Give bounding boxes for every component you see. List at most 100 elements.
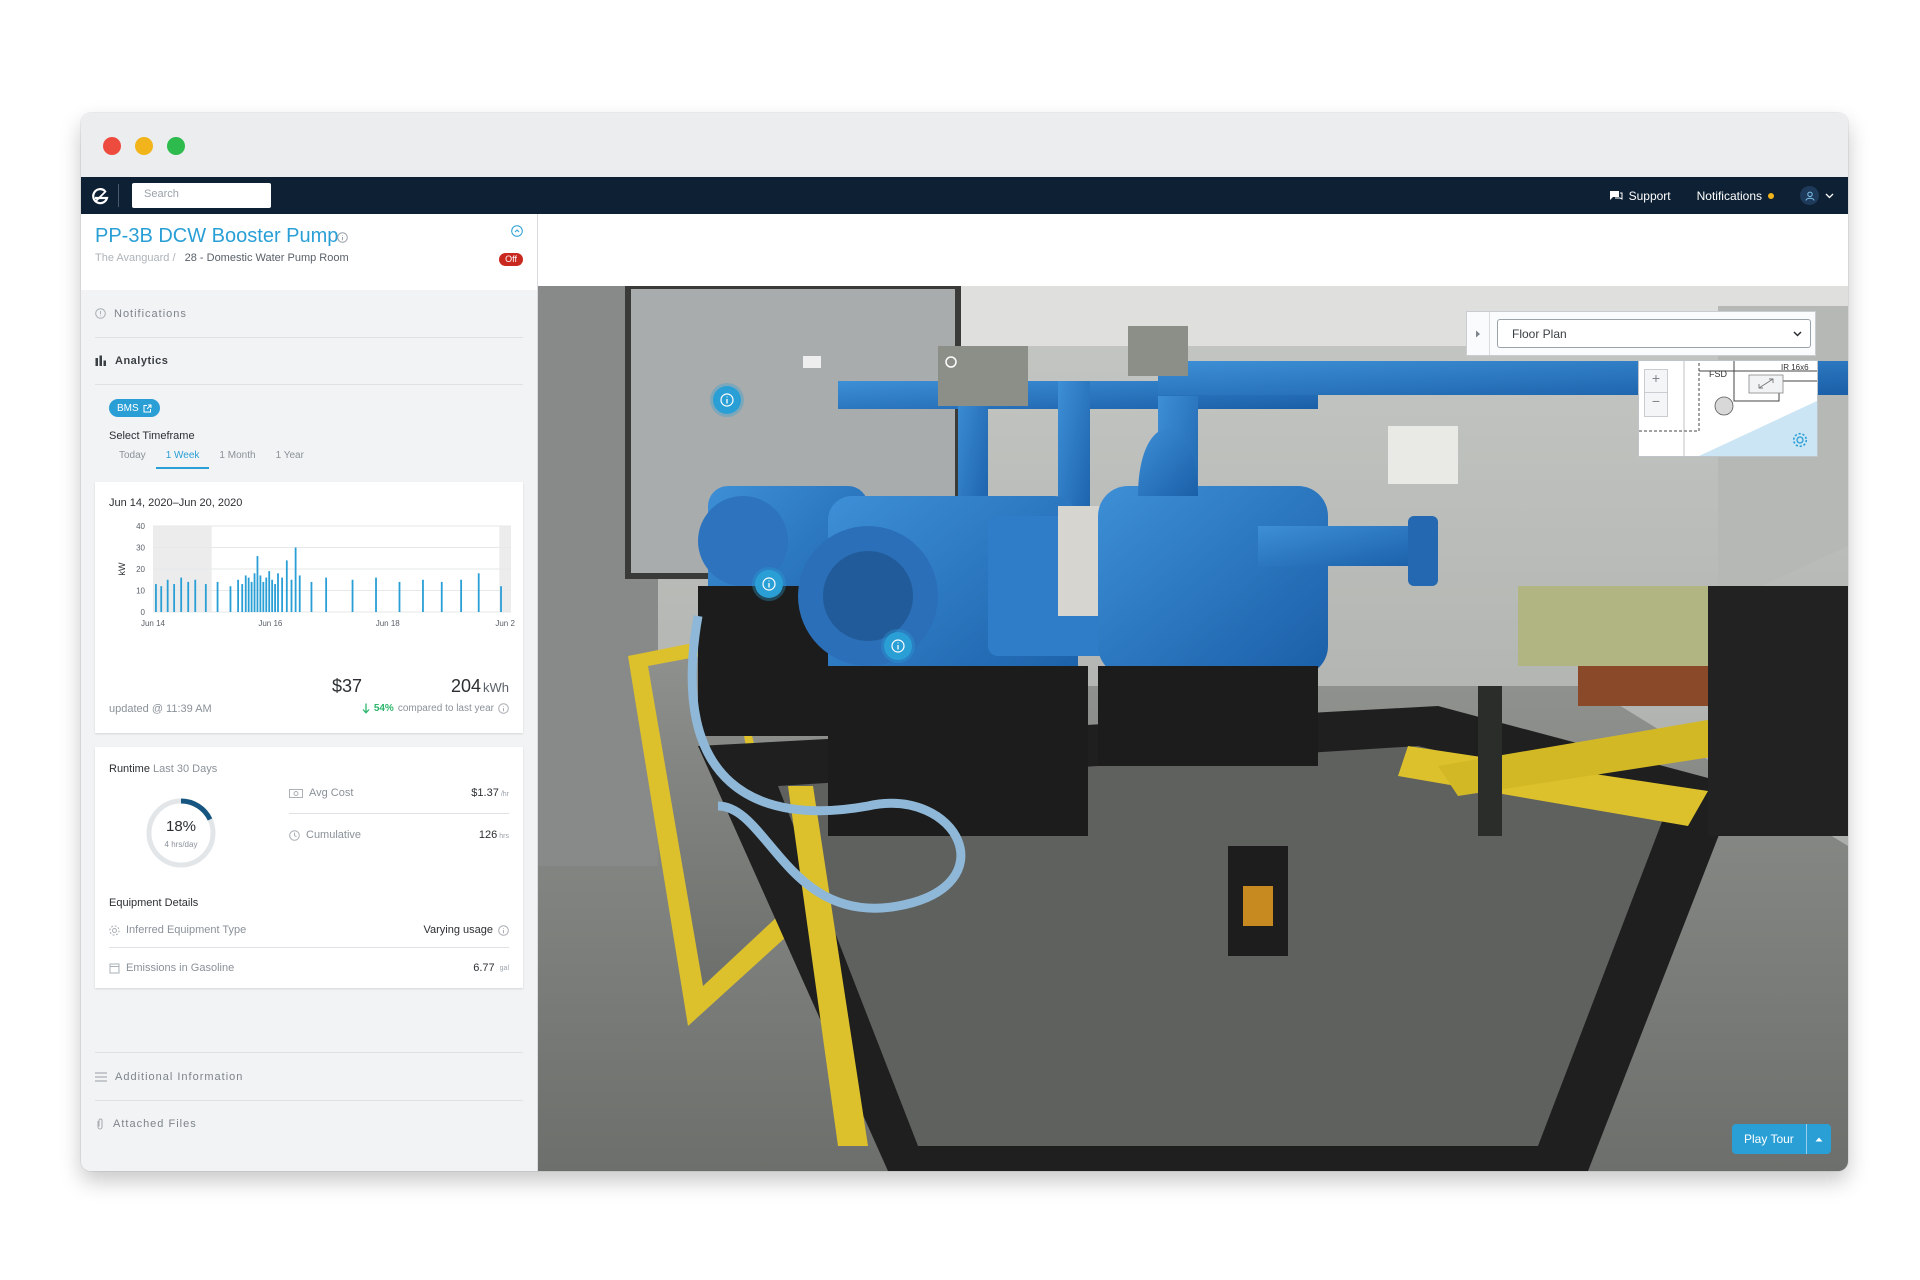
settings-gear-icon[interactable] [1792, 432, 1808, 448]
info-icon[interactable] [498, 924, 509, 936]
runtime-per-day: 4 hrs/day [164, 840, 198, 849]
user-icon [1805, 191, 1814, 201]
minimize-window-button[interactable] [135, 137, 153, 155]
energy-usage-card: Jun 14, 2020–Jun 20, 2020 0 10 20 30 40 kW Jun… [95, 482, 523, 733]
chart-bar [422, 579, 424, 612]
energy-unit: kWh [483, 680, 509, 695]
section-additional-information[interactable]: Additional Information [95, 1052, 523, 1101]
chart-bar [440, 581, 443, 612]
chart-bar [500, 586, 502, 612]
emissions-value: 6.77 [473, 962, 495, 974]
play-tour-button[interactable]: Play Tour [1732, 1124, 1831, 1154]
cumulative-label: Cumulative [306, 829, 362, 841]
chart-bar [237, 579, 239, 612]
arrow-down-icon [362, 703, 370, 714]
info-hotspot[interactable] [884, 632, 912, 660]
cost-value: $37 [332, 676, 363, 696]
chart-bar [262, 581, 265, 612]
runtime-title: Runtime Last 30 Days [109, 763, 217, 775]
bms-button[interactable]: BMS [109, 399, 160, 417]
info-icon[interactable] [337, 232, 348, 243]
zoom-out-button[interactable]: − [1645, 393, 1667, 415]
top-navbar: Search Support Notifications [81, 177, 1848, 214]
section-analytics[interactable]: Analytics [95, 337, 523, 385]
app-logo-icon[interactable] [89, 185, 111, 207]
updated-timestamp: updated @ 11:39 AM [109, 703, 212, 715]
chart-y-tick-label: 30 [136, 544, 145, 553]
floorplan-select[interactable]: Floor Plan [1497, 319, 1811, 348]
browser-window: Search Support Notifications PP-3B DCW B… [81, 113, 1848, 1171]
chevron-down-icon [1825, 193, 1834, 198]
floorplan-toggle[interactable] [1467, 312, 1490, 355]
chart-y-tick-label: 10 [136, 587, 145, 596]
breadcrumb-site[interactable]: The Avanguard [95, 252, 169, 264]
chart-bar [256, 556, 259, 612]
breadcrumb-separator: / [172, 252, 176, 264]
chevron-right-icon [1476, 330, 1480, 337]
chart-bar [477, 573, 480, 612]
list-icon [95, 1071, 107, 1082]
chart-y-tick-label: 0 [141, 608, 146, 617]
tab-1-month[interactable]: 1 Month [209, 444, 265, 469]
chart-bar [285, 560, 288, 612]
runtime-title-label: Runtime [109, 763, 150, 775]
nav-right-group: Support Notifications [1583, 177, 1834, 214]
close-window-button[interactable] [103, 137, 121, 155]
bar-chart-icon [95, 355, 106, 366]
tab-1-year[interactable]: 1 Year [266, 444, 314, 469]
change-percent: 54% [373, 703, 394, 714]
avg-cost-unit: /hr [500, 791, 509, 798]
notifications-link[interactable]: Notifications [1697, 189, 1774, 203]
search-input[interactable]: Search [132, 183, 271, 208]
avg-cost-row: Avg Cost $1.37/hr [289, 773, 509, 814]
chart-bar [351, 579, 354, 612]
collapse-panel-icon[interactable] [511, 225, 523, 237]
runtime-subtitle: Last 30 Days [153, 763, 218, 775]
document-icon [109, 963, 120, 973]
runtime-percent: 18% [165, 818, 197, 835]
cumulative-value: 126 hrs [479, 829, 509, 841]
section-attached-files-label: Attached Files [113, 1117, 197, 1130]
page-title: PP-3B DCW Booster Pump [95, 225, 339, 247]
chart-x-tick-label: Jun 14 [141, 619, 166, 628]
maximize-window-button[interactable] [167, 137, 185, 155]
avg-cost-amount: $1.37 [471, 787, 499, 799]
info-hotspot[interactable] [755, 570, 783, 598]
play-tour-options[interactable] [1805, 1124, 1831, 1154]
chart-y-tick-label: 20 [136, 565, 145, 574]
info-icon [720, 393, 734, 407]
info-hotspot[interactable] [713, 386, 741, 414]
chart-bar [155, 584, 157, 612]
chart-bar [310, 581, 313, 612]
chart-bar [244, 575, 247, 612]
money-icon [289, 788, 303, 798]
chart-bar [375, 577, 377, 612]
chart-bar [259, 575, 262, 612]
clock-icon [289, 829, 300, 841]
tab-today[interactable]: Today [109, 444, 156, 469]
minimap-zoom-controls: + − [1644, 369, 1668, 417]
emissions-row: Emissions in Gasoline 6.77 gal [109, 951, 509, 985]
notification-dot-icon [1768, 192, 1774, 199]
user-menu[interactable] [1800, 186, 1834, 205]
floorplan-select-value: Floor Plan [1512, 326, 1567, 341]
floorplan-minimap[interactable]: FSD IR 16x6 + − [1638, 360, 1818, 457]
equipment-type-label: Inferred Equipment Type [126, 924, 247, 936]
tab-1-week[interactable]: 1 Week [155, 444, 210, 469]
section-notifications[interactable]: Notifications [95, 290, 523, 338]
chart-bar [277, 573, 279, 612]
zoom-in-button[interactable]: + [1645, 370, 1667, 393]
chart-y-axis-label: kW [117, 562, 127, 576]
emissions-value-group: 6.77 gal [473, 962, 509, 974]
asset-header: PP-3B DCW Booster Pump The Avanguard / 2… [81, 214, 537, 290]
info-icon[interactable] [498, 703, 509, 714]
chart-bar [229, 586, 232, 612]
section-attached-files[interactable]: Attached Files [95, 1100, 523, 1147]
section-analytics-label: Analytics [115, 354, 169, 367]
chart-bar [250, 581, 253, 612]
emissions-unit: gal [499, 964, 509, 972]
chart-bar [160, 586, 163, 612]
chart-bar [298, 575, 301, 612]
support-link[interactable]: Support [1609, 189, 1671, 203]
nav-divider [118, 184, 119, 207]
